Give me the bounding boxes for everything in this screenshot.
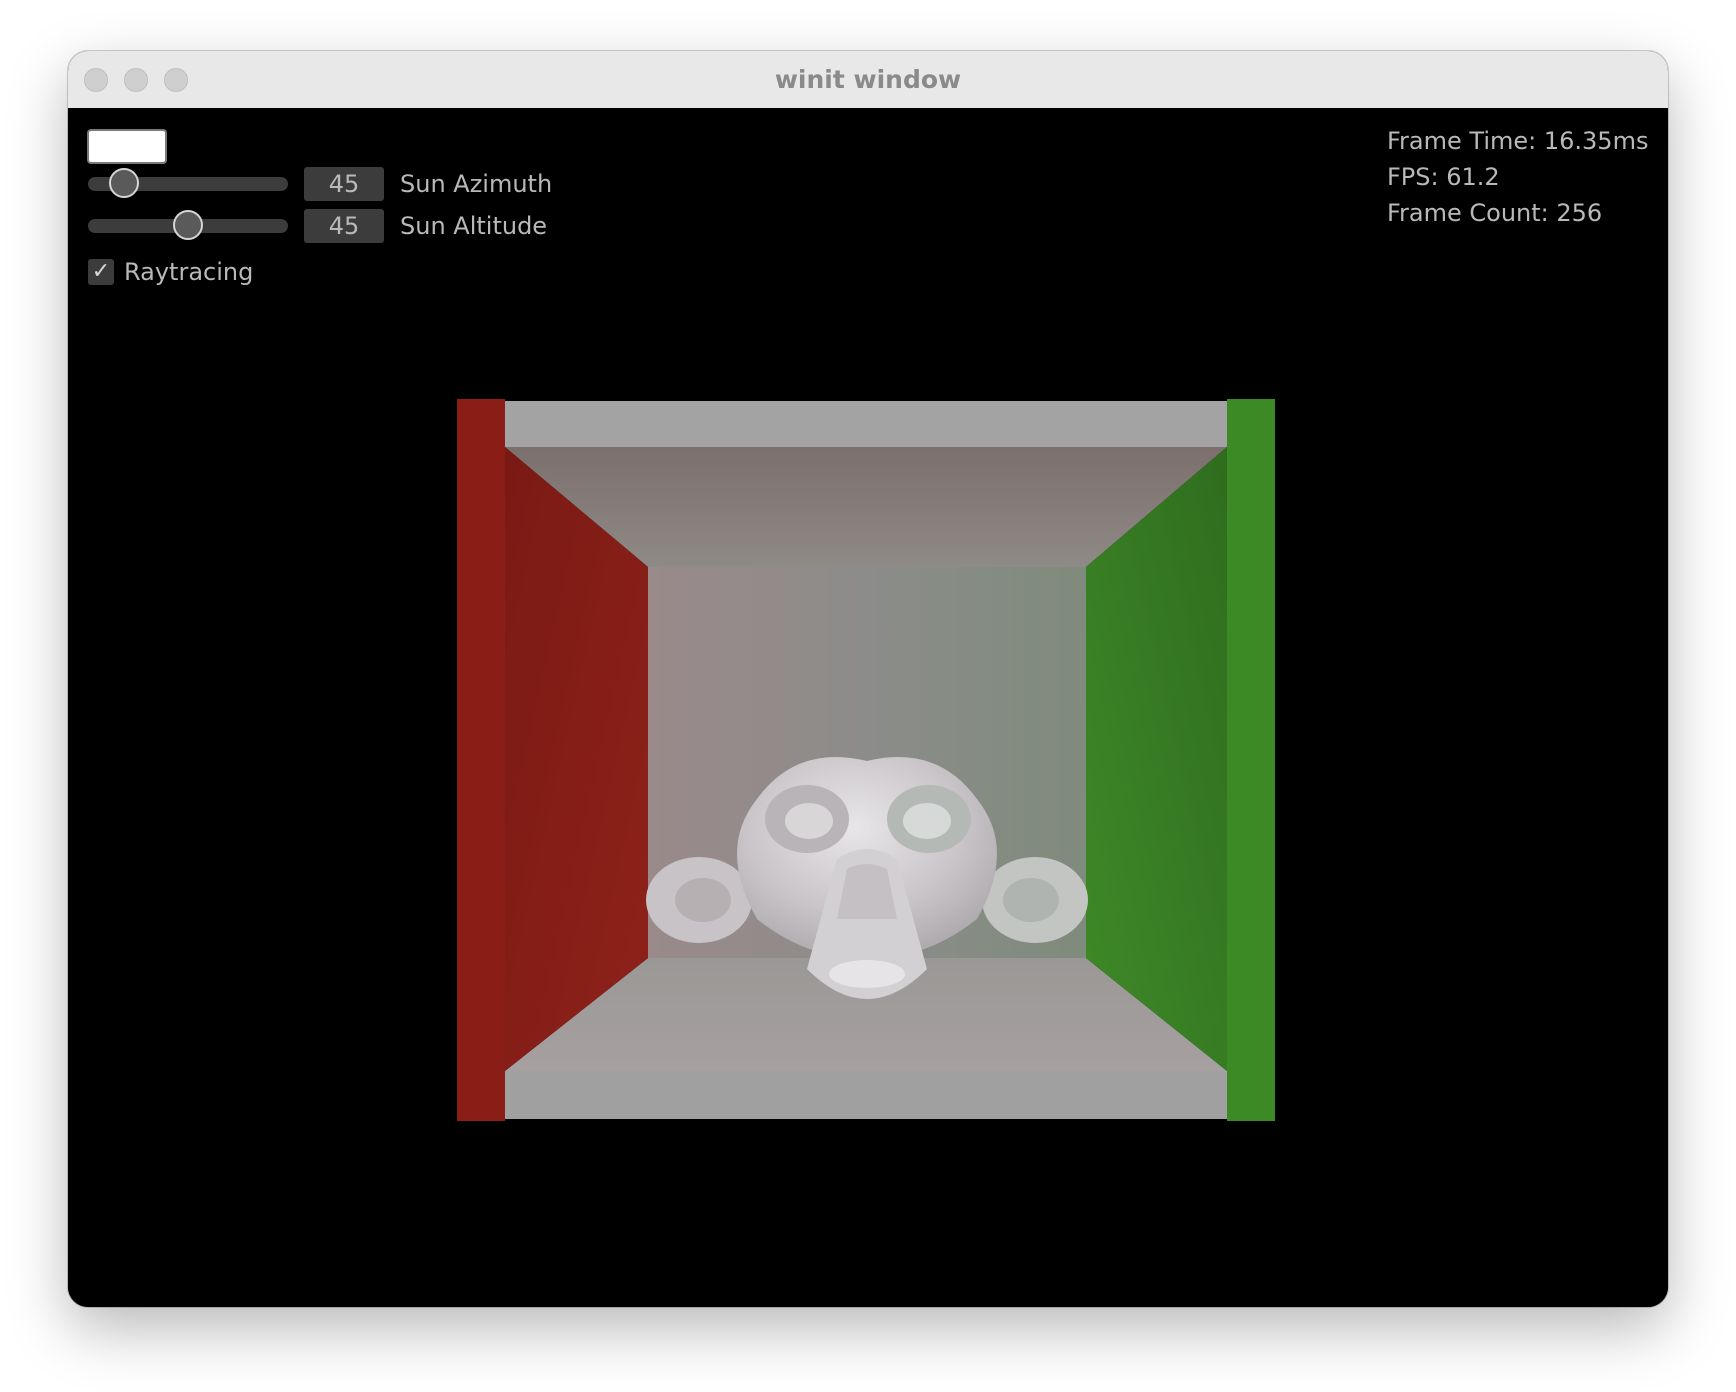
- sun-altitude-label: Sun Altitude: [400, 212, 548, 240]
- sun-altitude-slider-thumb[interactable]: [173, 210, 203, 240]
- cornell-box-render: [457, 399, 1275, 1121]
- sun-azimuth-label: Sun Azimuth: [400, 170, 553, 198]
- sun-azimuth-slider[interactable]: [88, 168, 288, 198]
- frame-count-readout: Frame Count: 256: [1387, 199, 1603, 227]
- color-swatch-button[interactable]: [87, 129, 167, 164]
- fps-readout: FPS: 61.2: [1387, 163, 1500, 191]
- sun-altitude-value-field[interactable]: 45: [304, 209, 384, 243]
- sun-azimuth-value-field[interactable]: 45: [304, 167, 384, 201]
- frame-time-readout: Frame Time: 16.35ms: [1387, 127, 1649, 155]
- sun-azimuth-slider-thumb[interactable]: [109, 168, 139, 198]
- title-bar[interactable]: winit window: [68, 51, 1668, 109]
- render-viewport[interactable]: 45 Sun Azimuth 45 Sun Altitude ✓ Raytrac…: [68, 108, 1668, 1307]
- raytracing-checkbox[interactable]: ✓: [88, 259, 114, 285]
- sun-altitude-slider[interactable]: [88, 210, 288, 240]
- window-title: winit window: [774, 65, 962, 94]
- raytracing-label: Raytracing: [124, 258, 254, 286]
- ceiling-front-edge: [505, 401, 1227, 447]
- right-wall-front-edge: [1227, 399, 1275, 1121]
- app-window: winit window 45 Sun Azimuth 45 Sun Altit…: [68, 51, 1668, 1307]
- left-wall-front-edge: [457, 399, 505, 1121]
- floor-front-edge: [505, 1071, 1227, 1119]
